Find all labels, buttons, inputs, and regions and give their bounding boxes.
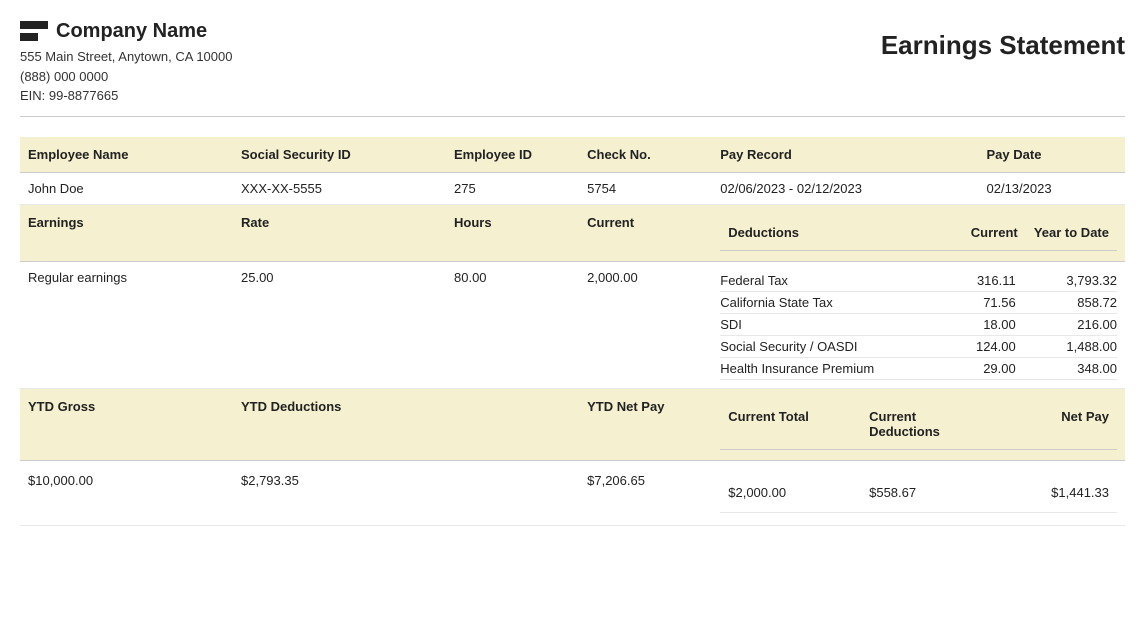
deduction-current: 124.00 [938, 335, 1025, 357]
col-header-earnings: Earnings [20, 204, 233, 261]
earnings-deductions-header-row: Earnings Rate Hours Current Deductions C… [20, 204, 1125, 261]
deduction-row: Social Security / OASDI 124.00 1,488.00 [720, 335, 1117, 357]
deduction-ytd: 3,793.32 [1026, 270, 1117, 292]
earnings-label: Regular earnings [20, 261, 233, 388]
summary-header-current-deductions: Current Deductions [859, 399, 998, 450]
summary-ytd-gross-value: $10,000.00 [20, 460, 233, 525]
company-info: Company Name 555 Main Street, Anytown, C… [20, 20, 232, 106]
col-header-ssid: Social Security ID [233, 137, 446, 173]
deduction-ytd: 858.72 [1026, 291, 1117, 313]
summary-header-net-pay: Net Pay [998, 399, 1117, 450]
deductions-table: Federal Tax 316.11 3,793.32 California S… [720, 270, 1117, 380]
col-header-deductions-ytd: Year to Date [1026, 215, 1117, 251]
deduction-current: 71.56 [938, 291, 1025, 313]
employee-pay-date-value: 02/13/2023 [979, 172, 1126, 204]
deduction-label: California State Tax [720, 291, 938, 313]
employee-data-row: John Doe XXX-XX-5555 275 5754 02/06/2023… [20, 172, 1125, 204]
employee-ssid-value: XXX-XX-5555 [233, 172, 446, 204]
summary-current-total-value: $2,000.00 [720, 473, 859, 513]
page-header: Company Name 555 Main Street, Anytown, C… [20, 20, 1125, 117]
employee-check-no-value: 5754 [579, 172, 712, 204]
col-header-pay-date: Pay Date [979, 137, 1126, 173]
summary-header-current-total-group: Current Total Current Deductions Net Pay [712, 388, 1125, 460]
deduction-row: Health Insurance Premium 29.00 348.00 [720, 357, 1117, 379]
deduction-current: 316.11 [938, 270, 1025, 292]
earnings-deductions-data-row: Regular earnings 25.00 80.00 2,000.00 Fe… [20, 261, 1125, 388]
deductions-data-cell: Federal Tax 316.11 3,793.32 California S… [712, 261, 1125, 388]
col-header-employee-name: Employee Name [20, 137, 233, 173]
company-phone: (888) 000 0000 [20, 67, 232, 87]
deduction-row: SDI 18.00 216.00 [720, 313, 1117, 335]
deduction-ytd: 348.00 [1026, 357, 1117, 379]
main-table: Employee Name Social Security ID Employe… [20, 137, 1125, 526]
col-header-rate: Rate [233, 204, 446, 261]
deduction-current: 29.00 [938, 357, 1025, 379]
col-header-employee-id: Employee ID [446, 137, 579, 173]
company-name: Company Name [56, 20, 207, 43]
deduction-label: Federal Tax [720, 270, 938, 292]
deduction-current: 18.00 [938, 313, 1025, 335]
col-header-pay-record: Pay Record [712, 137, 978, 173]
company-logo [20, 21, 48, 43]
deduction-label: Health Insurance Premium [720, 357, 938, 379]
summary-header-row: YTD Gross YTD Deductions YTD Net Pay Cur… [20, 388, 1125, 460]
summary-header-ytd-gross: YTD Gross [20, 388, 233, 460]
deduction-row: Federal Tax 316.11 3,793.32 [720, 270, 1117, 292]
earnings-rate: 25.00 [233, 261, 446, 388]
employee-id-value: 275 [446, 172, 579, 204]
document-title: Earnings Statement [881, 20, 1125, 61]
col-header-current: Current [579, 204, 712, 261]
deduction-row: California State Tax 71.56 858.72 [720, 291, 1117, 313]
col-header-deductions-current: Current [938, 215, 1025, 251]
deductions-sub-header: Deductions Current Year to Date [712, 204, 1125, 261]
company-address: 555 Main Street, Anytown, CA 10000 [20, 47, 232, 67]
deduction-label: SDI [720, 313, 938, 335]
summary-header-ytd-net-pay: YTD Net Pay [579, 388, 712, 460]
employee-pay-record-value: 02/06/2023 - 02/12/2023 [712, 172, 978, 204]
employee-name-value: John Doe [20, 172, 233, 204]
company-ein: EIN: 99-8877665 [20, 86, 232, 106]
col-header-check-no: Check No. [579, 137, 712, 173]
deduction-label: Social Security / OASDI [720, 335, 938, 357]
summary-data-row: $10,000.00 $2,793.35 $7,206.65 $2,000.00… [20, 460, 1125, 525]
earnings-current: 2,000.00 [579, 261, 712, 388]
summary-current-deductions-value: $558.67 [859, 473, 998, 513]
employee-header-row: Employee Name Social Security ID Employe… [20, 137, 1125, 173]
col-header-deductions: Deductions [720, 215, 938, 251]
summary-net-pay-value: $1,441.33 [998, 473, 1117, 513]
summary-header-current-total: Current Total [720, 399, 859, 450]
deduction-ytd: 1,488.00 [1026, 335, 1117, 357]
earnings-hours: 80.00 [446, 261, 579, 388]
summary-totals-group: $2,000.00 $558.67 $1,441.33 [712, 460, 1125, 525]
deduction-ytd: 216.00 [1026, 313, 1117, 335]
summary-ytd-net-pay-value: $7,206.65 [579, 460, 712, 525]
col-header-hours: Hours [446, 204, 579, 261]
summary-header-ytd-deductions: YTD Deductions [233, 388, 579, 460]
summary-ytd-deductions-value: $2,793.35 [233, 460, 579, 525]
